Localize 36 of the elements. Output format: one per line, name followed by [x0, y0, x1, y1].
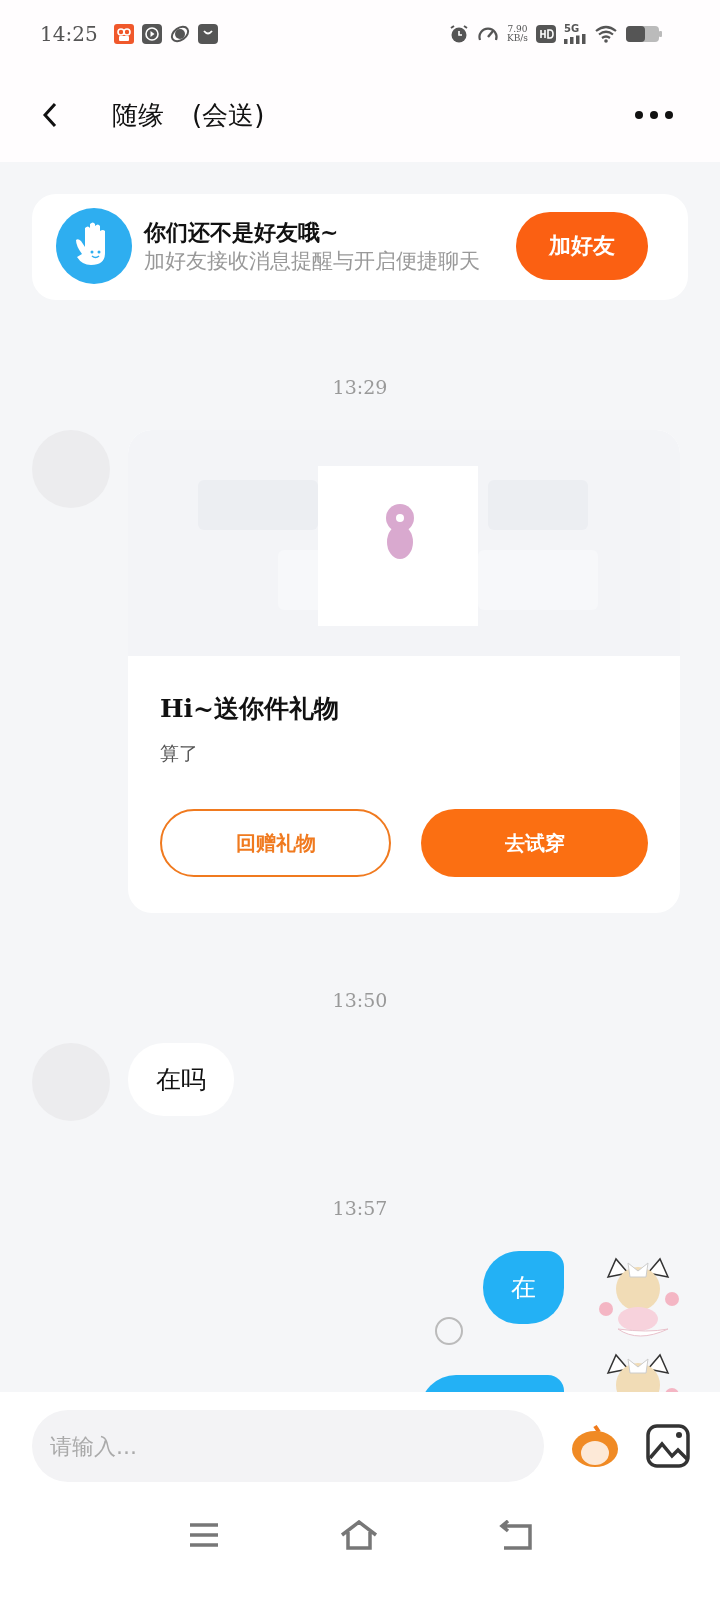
timestamp: 13:57: [332, 1197, 388, 1219]
speed-unit: KB/s: [507, 34, 528, 44]
status-time: 14:25: [40, 22, 98, 46]
wifi-icon: [594, 25, 618, 43]
chat-subtitle: (会送): [192, 98, 265, 132]
signal-icon: [564, 34, 586, 44]
return-gift-button[interactable]: 回赠礼物: [160, 809, 391, 877]
play-icon: [141, 24, 162, 44]
network-type: 5G: [564, 24, 580, 34]
add-friend-button[interactable]: 加好友: [516, 212, 648, 280]
chat-title: 随缘: [112, 98, 164, 132]
notice-text: 加好友接收消息提醒与开启便捷聊天: [144, 247, 481, 275]
planet-icon: [169, 24, 190, 44]
notice-title: 你们还不是好友哦~: [144, 218, 340, 247]
hd-icon: [536, 25, 556, 43]
menu-icon[interactable]: [188, 1522, 220, 1548]
alarm-icon: [449, 24, 469, 44]
hand-icon: [56, 208, 132, 284]
battery-icon: [626, 25, 662, 43]
app-icon: [113, 24, 134, 44]
message-bubble: 在: [483, 1251, 564, 1324]
message-input[interactable]: 请输入...: [32, 1410, 544, 1482]
timestamp: 13:50: [332, 989, 388, 1011]
chevron-left-icon: [42, 101, 58, 129]
gift-message: 算了: [160, 741, 199, 766]
network-speed: 7.90: [507, 24, 528, 34]
more-icon: [634, 110, 674, 120]
timestamp: 13:29: [332, 376, 388, 398]
mascot-icon[interactable]: [570, 1424, 620, 1468]
try-on-button[interactable]: 去试穿: [421, 809, 648, 877]
image-icon[interactable]: [646, 1424, 690, 1468]
back-icon[interactable]: [498, 1520, 532, 1550]
bag-icon: [197, 24, 218, 44]
home-icon[interactable]: [340, 1520, 378, 1550]
gift-title: Hi~送你件礼物: [160, 693, 341, 725]
message-bubble: 在吗: [128, 1043, 234, 1116]
